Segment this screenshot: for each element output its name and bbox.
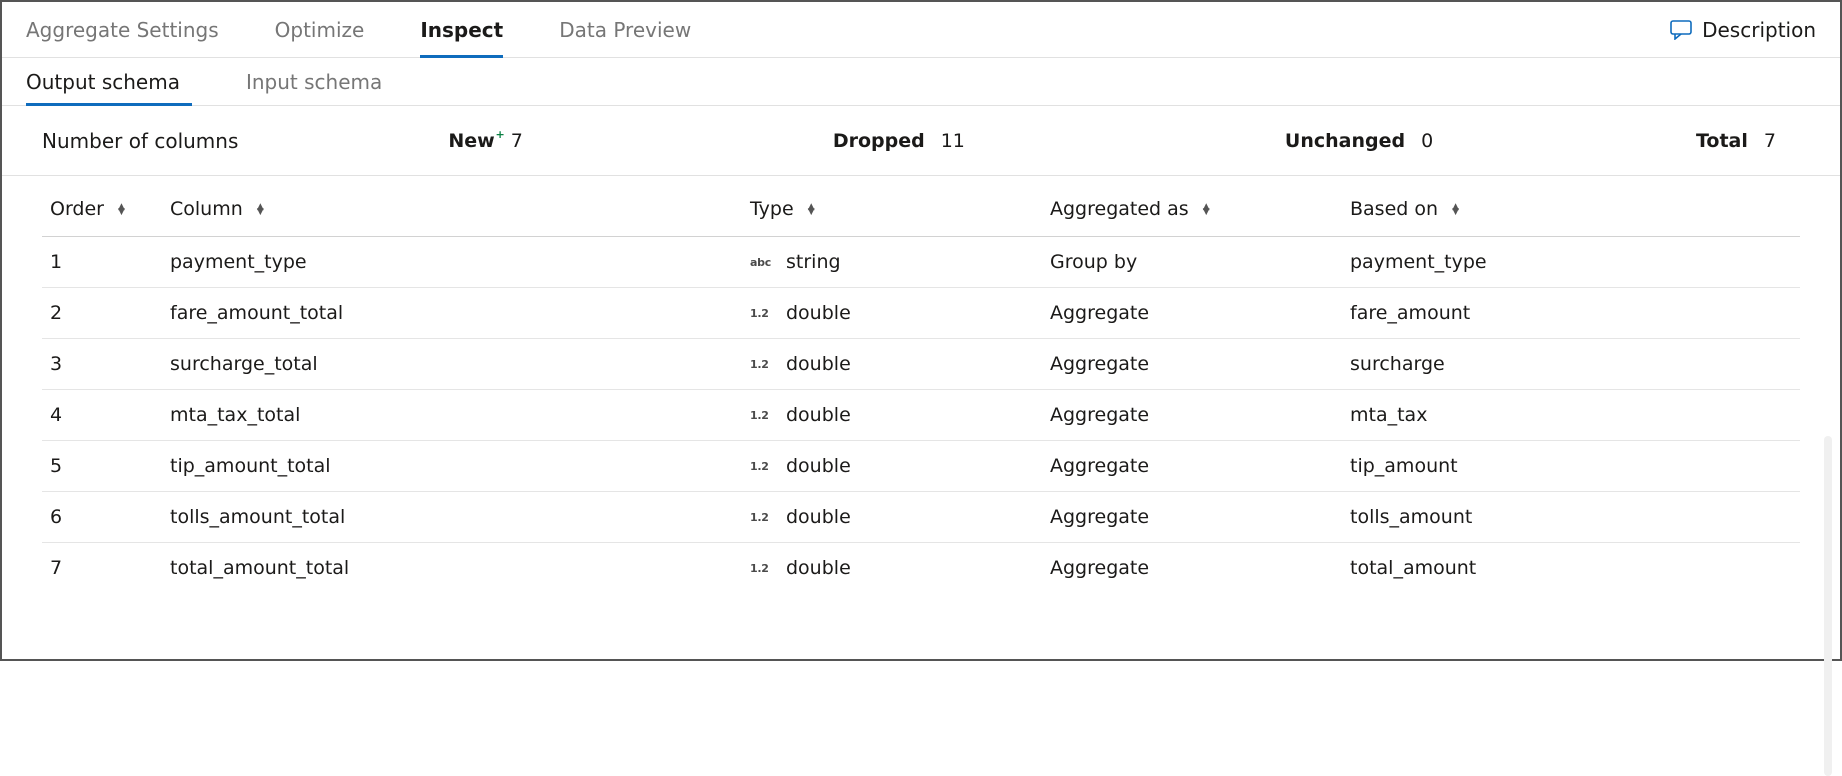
sort-icon: ▲▼ [1452,205,1459,215]
header-type[interactable]: Type ▲▼ [742,184,1042,237]
cell-column: tolls_amount_total [162,492,742,543]
table-row: 1payment_typeabcstringGroup bypayment_ty… [42,237,1800,288]
cell-type: abcstring [742,237,1042,288]
sort-icon: ▲▼ [118,205,125,215]
stats-title: Number of columns [42,129,238,153]
table-row: 3surcharge_total1.2doubleAggregatesurcha… [42,339,1800,390]
cell-based-on: tip_amount [1342,441,1800,492]
stat-unchanged: Unchanged 0 [1285,130,1433,152]
type-icon: 1.2 [750,562,772,575]
header-aggregated-as[interactable]: Aggregated as ▲▼ [1042,184,1342,237]
cell-order: 4 [42,390,162,441]
cell-column: surcharge_total [162,339,742,390]
table-row: 5tip_amount_total1.2doubleAggregatetip_a… [42,441,1800,492]
sort-icon: ▲▼ [808,205,815,215]
cell-type: 1.2double [742,441,1042,492]
tab-aggregate-settings[interactable]: Aggregate Settings [26,2,247,58]
cell-based-on: surcharge [1342,339,1800,390]
stat-total: Total 7 [1696,130,1800,152]
type-icon: 1.2 [750,358,772,371]
cell-type: 1.2double [742,390,1042,441]
cell-column: tip_amount_total [162,441,742,492]
cell-aggregated-as: Aggregate [1042,492,1342,543]
subtab-output-schema[interactable]: Output schema [26,58,192,105]
tab-inspect[interactable]: Inspect [420,2,531,58]
header-column[interactable]: Column ▲▼ [162,184,742,237]
tab-optimize[interactable]: Optimize [275,2,393,58]
cell-order: 7 [42,543,162,594]
cell-based-on: tolls_amount [1342,492,1800,543]
header-order[interactable]: Order ▲▼ [42,184,162,237]
cell-based-on: payment_type [1342,237,1800,288]
cell-aggregated-as: Aggregate [1042,390,1342,441]
sort-icon: ▲▼ [1203,205,1210,215]
cell-column: payment_type [162,237,742,288]
type-icon: abc [750,256,772,269]
cell-order: 3 [42,339,162,390]
cell-order: 2 [42,288,162,339]
table-row: 6tolls_amount_total1.2doubleAggregatetol… [42,492,1800,543]
header-based-on[interactable]: Based on ▲▼ [1342,184,1800,237]
top-tab-bar: Aggregate Settings Optimize Inspect Data… [2,2,1840,58]
cell-aggregated-as: Group by [1042,237,1342,288]
type-icon: 1.2 [750,307,772,320]
cell-aggregated-as: Aggregate [1042,441,1342,492]
sub-tab-bar: Output schema Input schema [2,58,1840,106]
type-icon: 1.2 [750,460,772,473]
description-button[interactable]: Description [1670,18,1816,42]
cell-type: 1.2double [742,339,1042,390]
stat-new: New+ 7 [448,130,522,152]
cell-column: mta_tax_total [162,390,742,441]
cell-order: 6 [42,492,162,543]
sort-icon: ▲▼ [257,205,264,215]
subtab-input-schema[interactable]: Input schema [246,58,394,105]
tab-data-preview[interactable]: Data Preview [559,2,719,58]
type-icon: 1.2 [750,511,772,524]
column-stats-bar: Number of columns New+ 7 Dropped 11 Unch… [2,106,1840,176]
type-icon: 1.2 [750,409,772,422]
scrollbar[interactable] [1824,436,1832,776]
cell-aggregated-as: Aggregate [1042,543,1342,594]
cell-based-on: total_amount [1342,543,1800,594]
schema-table-wrap: Order ▲▼ Column ▲▼ Type ▲▼ Aggregated as… [2,176,1840,593]
cell-column: total_amount_total [162,543,742,594]
cell-based-on: mta_tax [1342,390,1800,441]
stat-dropped: Dropped 11 [833,130,965,152]
cell-order: 5 [42,441,162,492]
cell-type: 1.2double [742,288,1042,339]
table-row: 4mta_tax_total1.2doubleAggregatemta_tax [42,390,1800,441]
description-label: Description [1702,18,1816,42]
cell-type: 1.2double [742,543,1042,594]
cell-column: fare_amount_total [162,288,742,339]
cell-based-on: fare_amount [1342,288,1800,339]
cell-order: 1 [42,237,162,288]
cell-type: 1.2double [742,492,1042,543]
cell-aggregated-as: Aggregate [1042,288,1342,339]
cell-aggregated-as: Aggregate [1042,339,1342,390]
table-row: 7total_amount_total1.2doubleAggregatetot… [42,543,1800,594]
plus-icon: + [496,128,505,141]
table-row: 2fare_amount_total1.2doubleAggregatefare… [42,288,1800,339]
comment-icon [1670,20,1692,40]
schema-table: Order ▲▼ Column ▲▼ Type ▲▼ Aggregated as… [42,184,1800,593]
